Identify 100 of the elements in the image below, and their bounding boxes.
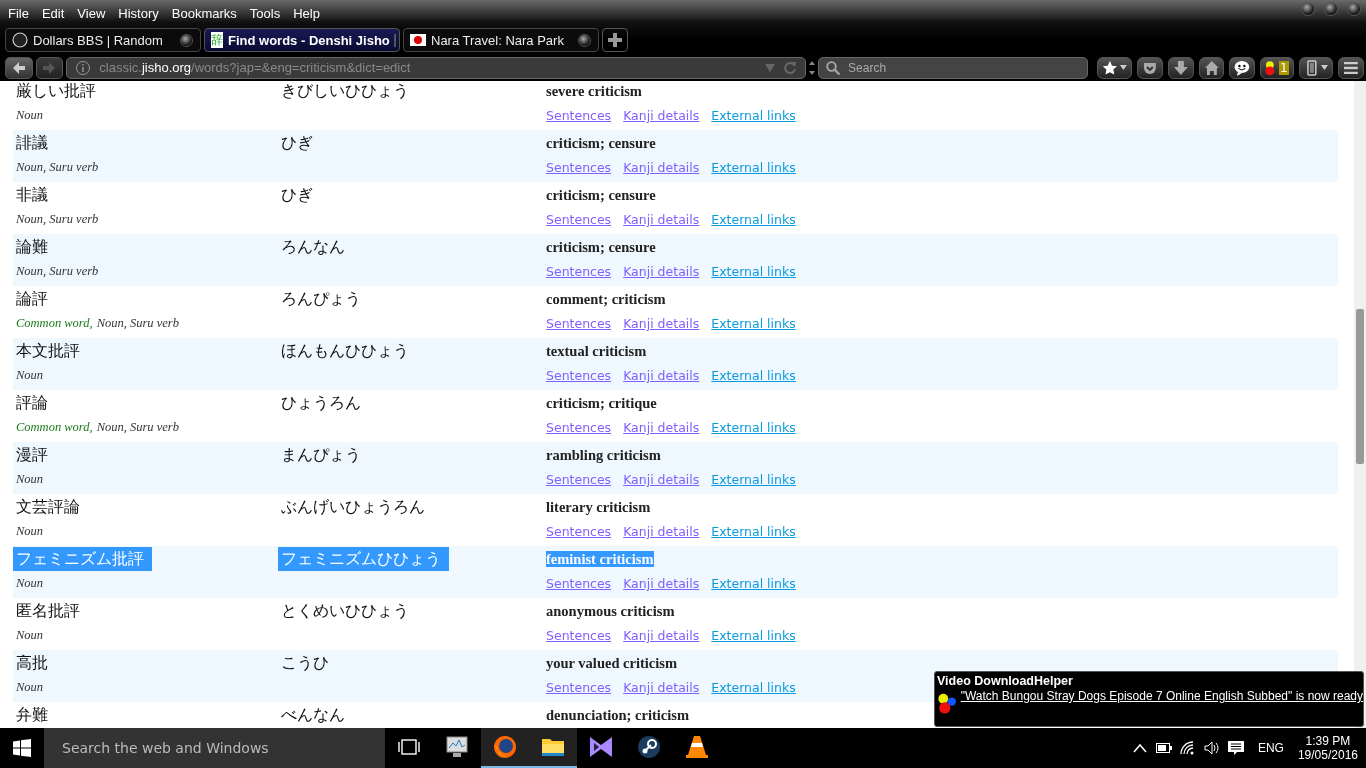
link[interactable]: Kanji details — [623, 472, 700, 487]
menu-item[interactable]: Bookmarks — [166, 5, 242, 21]
link[interactable]: Kanji details — [623, 160, 700, 175]
link[interactable]: External links — [711, 576, 796, 591]
reading-text: フェミニズムひひょう — [278, 547, 449, 571]
dropdown-icon — [765, 63, 776, 72]
link[interactable]: Kanji details — [623, 316, 700, 331]
word-text: 非議 — [16, 185, 49, 206]
search-input[interactable]: Search — [846, 59, 1071, 76]
tab-close-button[interactable] — [181, 34, 192, 46]
menu-item[interactable]: Edit — [36, 5, 70, 21]
traffic-cone-icon — [684, 734, 710, 760]
link[interactable]: External links — [711, 420, 796, 435]
link[interactable]: External links — [711, 108, 796, 123]
taskbar-app[interactable] — [481, 728, 529, 768]
link[interactable]: External links — [711, 628, 796, 643]
back-button[interactable] — [5, 56, 33, 79]
link[interactable]: Sentences — [546, 420, 612, 435]
language-indicator[interactable]: ENG — [1247, 728, 1294, 768]
link[interactable]: Sentences — [546, 680, 612, 695]
meaning-text: textual criticism — [546, 343, 647, 359]
maximize-button[interactable] — [1325, 3, 1337, 15]
link[interactable]: Kanji details — [623, 524, 700, 539]
star-icon — [1102, 59, 1119, 76]
notification-title: Video DownloadHelper — [937, 674, 1074, 688]
part-of-speech-text: Noun — [16, 628, 44, 643]
tab-close-button[interactable] — [579, 34, 590, 46]
close-button[interactable] — [1348, 3, 1360, 15]
search-input[interactable]: Search the web and Windows — [60, 739, 374, 757]
link[interactable]: Sentences — [546, 368, 612, 383]
menu-icon — [1343, 59, 1359, 76]
menu-item[interactable]: Help — [288, 5, 325, 21]
wifi-icon — [1179, 741, 1196, 755]
link[interactable]: Sentences — [546, 576, 612, 591]
reading-text: ひぎ — [281, 133, 314, 154]
part-of-speech-text: Noun, Suru verb — [16, 264, 99, 279]
browser-tab[interactable]: 辞 Find words - Denshi Jisho — [204, 28, 400, 52]
taskbar-app[interactable] — [529, 728, 577, 768]
notification-link[interactable]: "Watch Bungou Stray Dogs Episode 7 Online English Subbed" is now ready — [960, 689, 1363, 703]
bookmark-button[interactable] — [1097, 56, 1133, 79]
link[interactable]: Sentences — [546, 524, 612, 539]
menu-item[interactable]: History — [113, 5, 164, 21]
reading-text: ぶんげいひょうろん — [281, 497, 426, 518]
home-button[interactable] — [1198, 56, 1225, 79]
part-of-speech-text: Noun, Suru verb — [16, 160, 99, 175]
menu-item[interactable]: View — [72, 5, 111, 21]
link[interactable]: Sentences — [546, 316, 612, 331]
word-text: 高批 — [16, 653, 49, 674]
link[interactable]: External links — [711, 524, 796, 539]
resize-handle-icon — [809, 60, 816, 75]
download-button[interactable] — [1167, 56, 1194, 79]
menu-item[interactable]: File — [3, 5, 34, 21]
link[interactable]: Kanji details — [623, 108, 700, 123]
link[interactable]: Kanji details — [623, 420, 700, 435]
link[interactable]: Sentences — [546, 212, 612, 227]
link[interactable]: Kanji details — [623, 368, 700, 383]
speaker-icon — [1203, 741, 1220, 755]
url-text: classic.jisho.org/words?jap=&eng=criticism&dict=edict — [99, 60, 411, 75]
reading-text: ひぎ — [281, 185, 314, 206]
search-box[interactable]: Search the web and Windows — [44, 728, 385, 768]
link[interactable]: Sentences — [546, 472, 612, 487]
link[interactable]: External links — [711, 680, 796, 695]
link[interactable]: Sentences — [546, 108, 612, 123]
link[interactable]: External links — [711, 212, 796, 227]
link[interactable]: External links — [711, 264, 796, 279]
word-text: 文芸評論 — [16, 497, 81, 518]
addon-button[interactable]: 1 — [1260, 56, 1294, 79]
word-text: フェミニズム批評 — [13, 547, 152, 571]
part-of-speech-text: Noun, Suru verb — [96, 316, 179, 331]
link[interactable]: Sentences — [546, 264, 612, 279]
link[interactable]: Kanji details — [623, 628, 700, 643]
link[interactable]: Kanji details — [623, 212, 700, 227]
word-text: 厳しい批評 — [16, 81, 97, 102]
link[interactable]: Kanji details — [623, 680, 700, 695]
meaning-text: comment; criticism — [546, 291, 666, 307]
link[interactable]: External links — [711, 368, 796, 383]
meaning-text: criticism; censure — [546, 135, 656, 151]
link[interactable]: Sentences — [546, 628, 612, 643]
pocket-button[interactable] — [1137, 56, 1163, 79]
battery-meter-button[interactable] — [1298, 56, 1334, 79]
link[interactable]: Kanji details — [623, 576, 700, 591]
link[interactable]: External links — [711, 316, 796, 331]
link[interactable]: Kanji details — [623, 264, 700, 279]
new-tab-button[interactable] — [602, 28, 628, 52]
right-arrow-icon — [42, 60, 57, 75]
link[interactable]: External links — [711, 160, 796, 175]
link[interactable]: External links — [711, 472, 796, 487]
menu-item[interactable]: Tools — [244, 5, 286, 21]
word-text: 匿名批評 — [16, 601, 81, 622]
menu-button[interactable] — [1338, 56, 1364, 79]
part-of-speech-text: Noun — [16, 576, 44, 591]
address-bar[interactable]: classic.jisho.org/words?jap=&eng=criticism&dict=edict — [66, 56, 807, 79]
browser-tab[interactable]: Dollars BBS | Random — [5, 28, 201, 52]
meaning-text: severe criticism — [546, 83, 642, 99]
left-arrow-icon — [11, 60, 26, 75]
link[interactable]: Sentences — [546, 160, 612, 175]
browser-tab[interactable]: Nara Travel: Nara Park — [403, 28, 599, 52]
search-field[interactable]: Search — [818, 56, 1089, 79]
chat-button[interactable] — [1229, 56, 1256, 79]
minimize-button[interactable] — [1302, 3, 1314, 15]
